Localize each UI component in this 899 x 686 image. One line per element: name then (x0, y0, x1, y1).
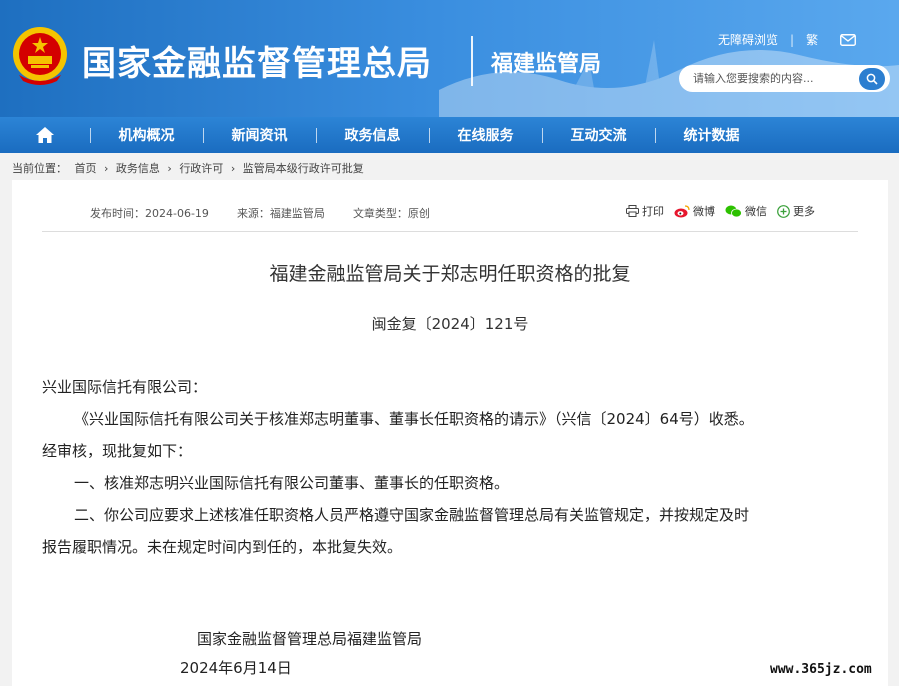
main-nav: 机构概况 新闻资讯 政务信息 在线服务 互动交流 统计数据 (0, 117, 899, 153)
article-source: 来源：福建监管局 (236, 207, 325, 220)
search-input[interactable] (679, 65, 856, 92)
paragraph-2: 一、核准郑志明兴业国际信托有限公司董事、董事长的任职资格。 (74, 474, 510, 492)
plus-circle-icon (777, 204, 790, 218)
article-title: 福建金融监管局关于郑志明任职资格的批复 (269, 263, 631, 285)
search-box (679, 65, 890, 92)
paragraph-1a: 《兴业国际信托有限公司关于核准郑志明董事、董事长任职资格的请示》（兴信〔2024… (74, 410, 754, 428)
article-type: 文章类型：原创 (352, 207, 430, 220)
breadcrumb-sep: › (230, 162, 236, 175)
publish-date: 发布时间：2024-06-19 (90, 207, 209, 220)
nav-item-interaction[interactable]: 互动交流 (542, 117, 655, 153)
weibo-share[interactable]: 微博 (674, 203, 715, 219)
weibo-icon (674, 204, 690, 217)
article-body: 兴业国际信托有限公司： 《兴业国际信托有限公司关于核准郑志明董事、董事长任职资格… (42, 371, 862, 563)
mail-icon[interactable] (840, 33, 857, 46)
weibo-label: 微博 (693, 205, 715, 218)
site-title[interactable]: 国家金融监督管理总局 (82, 36, 432, 85)
nav-item-statistics[interactable]: 统计数据 (655, 117, 768, 153)
breadcrumb-label: 当前位置： (12, 162, 67, 175)
link-separator: | (790, 32, 795, 47)
breadcrumb-sep: › (167, 162, 172, 175)
document-number: 闽金复〔2024〕121号 (371, 315, 529, 333)
breadcrumb-sep: › (104, 162, 109, 175)
signature-date: 2024年6月14日 (180, 659, 292, 677)
more-label: 更多 (793, 205, 815, 218)
breadcrumb-gov-info[interactable]: 政务信息 (116, 162, 160, 175)
article-meta: 发布时间：2024-06-19 来源：福建监管局 文章类型：原创 (90, 205, 458, 221)
breadcrumb: 当前位置： 首页 › 政务信息 › 行政许可 › 监管局本级行政许可批复 (12, 160, 368, 176)
title-divider (471, 36, 473, 86)
print-button[interactable]: 打印 (626, 203, 664, 219)
traditional-chinese-link[interactable]: 繁 (806, 31, 818, 48)
breadcrumb-current[interactable]: 监管局本级行政许可批复 (243, 162, 364, 175)
breadcrumb-home[interactable]: 首页 (75, 162, 97, 175)
wechat-icon (725, 205, 742, 217)
nav-item-online-service[interactable]: 在线服务 (429, 117, 542, 153)
nav-home[interactable] (0, 117, 90, 153)
site-header: 国家金融监督管理总局 福建监管局 无障碍浏览 | 繁 (0, 0, 899, 117)
national-emblem-icon (13, 27, 67, 85)
sub-site-title[interactable]: 福建监管局 (491, 46, 601, 78)
nav-item-news[interactable]: 新闻资讯 (203, 117, 316, 153)
meta-divider (42, 231, 858, 232)
breadcrumb-admin-license[interactable]: 行政许可 (179, 162, 223, 175)
paragraph-3a: 二、你公司应要求上述核准任职资格人员严格遵守国家金融监督管理总局有关监管规定，并… (74, 506, 750, 524)
paragraph-1b: 经审核，现批复如下： (42, 442, 193, 460)
accessible-browse-link[interactable]: 无障碍浏览 (718, 31, 778, 48)
article-card: 发布时间：2024-06-19 来源：福建监管局 文章类型：原创 打印 微博 微… (12, 180, 888, 686)
nav-item-gov-info[interactable]: 政务信息 (316, 117, 429, 153)
top-links: 无障碍浏览 | 繁 (718, 31, 857, 48)
nav-item-org[interactable]: 机构概况 (90, 117, 203, 153)
watermark: www.365jz.com (770, 662, 872, 677)
addressee: 兴业国际信托有限公司： (42, 378, 208, 396)
print-label: 打印 (642, 205, 664, 218)
more-share[interactable]: 更多 (777, 203, 815, 219)
printer-icon (626, 205, 639, 217)
wechat-label: 微信 (745, 205, 767, 218)
home-icon (36, 127, 54, 143)
search-button[interactable] (854, 65, 890, 92)
search-icon (866, 73, 878, 85)
paragraph-3b: 报告履职情况。未在规定时间内到任的，本批复失效。 (42, 538, 403, 556)
share-bar: 打印 微博 微信 更多 (626, 203, 825, 219)
signature: 国家金融监督管理总局福建监管局 (197, 630, 423, 648)
wechat-share[interactable]: 微信 (725, 203, 767, 219)
